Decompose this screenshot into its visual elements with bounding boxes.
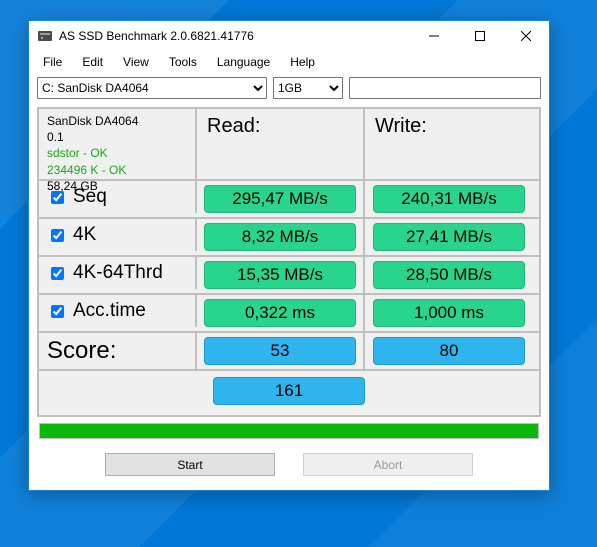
maximize-button[interactable] <box>457 21 503 51</box>
4k-write: 27,41 MB/s <box>373 223 525 251</box>
checkbox-4k[interactable] <box>51 229 64 242</box>
header-write: Write: <box>365 109 533 179</box>
label-4k64thrd: 4K-64Thrd <box>73 262 163 284</box>
row-4k64thrd: 4K-64Thrd <box>39 257 197 289</box>
minimize-button[interactable] <box>411 21 457 51</box>
menubar: File Edit View Tools Language Help <box>29 51 549 73</box>
drive-firmware: 0.1 <box>47 129 187 145</box>
drive-info: SanDisk DA4064 0.1 sdstor - OK 234496 K … <box>39 109 197 179</box>
row-acctime: Acc.time <box>39 295 197 327</box>
score-read: 53 <box>204 337 356 365</box>
size-select[interactable]: 1GB <box>273 77 343 99</box>
drive-select[interactable]: C: SanDisk DA4064 <box>37 77 267 99</box>
drive-model: SanDisk DA4064 <box>47 113 187 129</box>
app-window: AS SSD Benchmark 2.0.6821.41776 File Edi… <box>28 20 550 491</box>
name-input[interactable] <box>349 77 541 99</box>
seq-write: 240,31 MB/s <box>373 185 525 213</box>
menu-view[interactable]: View <box>113 52 159 72</box>
score-total: 161 <box>213 377 365 405</box>
titlebar[interactable]: AS SSD Benchmark 2.0.6821.41776 <box>29 21 549 51</box>
checkbox-acctime[interactable] <box>51 305 64 318</box>
score-label: Score: <box>39 333 197 369</box>
seq-read: 295,47 MB/s <box>204 185 356 213</box>
window-title: AS SSD Benchmark 2.0.6821.41776 <box>59 29 411 43</box>
menu-help[interactable]: Help <box>280 52 325 72</box>
close-button[interactable] <box>503 21 549 51</box>
acctime-read: 0,322 ms <box>204 299 356 327</box>
checkbox-4k64thrd[interactable] <box>51 267 64 280</box>
row-4k: 4K <box>39 219 197 251</box>
menu-edit[interactable]: Edit <box>72 52 113 72</box>
checkbox-seq[interactable] <box>51 191 64 204</box>
toolbar: C: SanDisk DA4064 1GB <box>29 73 549 103</box>
label-seq: Seq <box>73 186 107 208</box>
menu-tools[interactable]: Tools <box>159 52 207 72</box>
4k64thrd-write: 28,50 MB/s <box>373 261 525 289</box>
app-icon <box>37 28 53 44</box>
header-read: Read: <box>197 109 365 179</box>
score-write: 80 <box>373 337 525 365</box>
label-4k: 4K <box>73 224 96 246</box>
abort-button: Abort <box>303 453 473 476</box>
driver-status: sdstor - OK <box>47 145 187 161</box>
results-panel: SanDisk DA4064 0.1 sdstor - OK 234496 K … <box>37 107 541 417</box>
label-acctime: Acc.time <box>73 300 146 322</box>
4k64thrd-read: 15,35 MB/s <box>204 261 356 289</box>
start-button[interactable]: Start <box>105 453 275 476</box>
partition-status: 234496 K - OK <box>47 162 187 178</box>
menu-file[interactable]: File <box>33 52 72 72</box>
4k-read: 8,32 MB/s <box>204 223 356 251</box>
row-seq: Seq <box>39 181 197 213</box>
button-bar: Start Abort <box>29 445 549 490</box>
progress-bar <box>39 423 539 439</box>
menu-language[interactable]: Language <box>207 52 280 72</box>
acctime-write: 1,000 ms <box>373 299 525 327</box>
